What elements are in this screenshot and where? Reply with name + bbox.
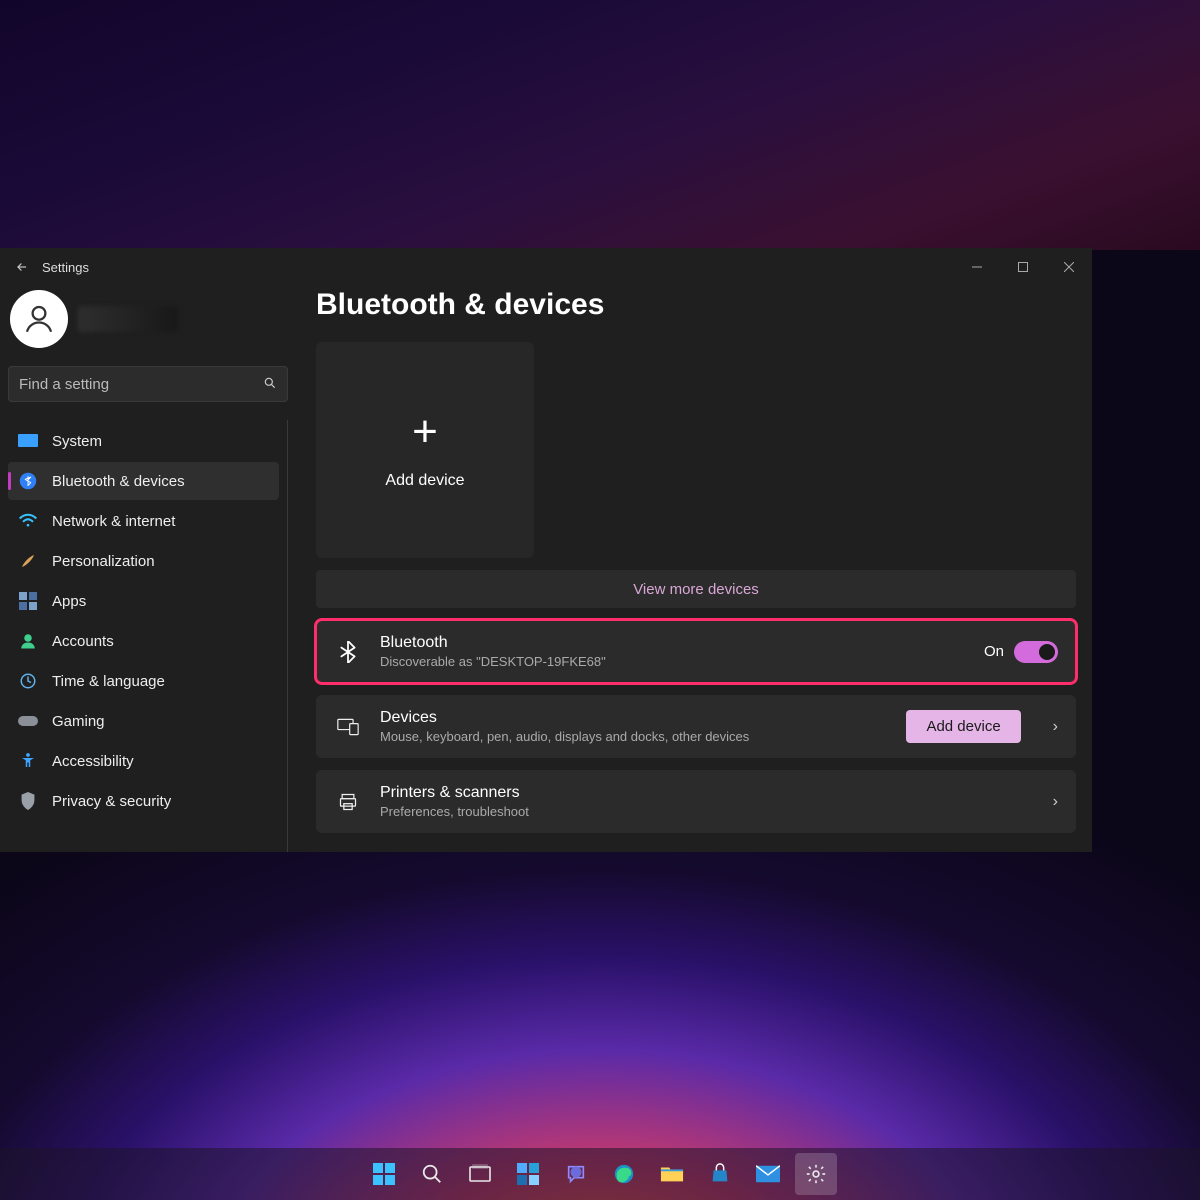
sidebar-item-accounts[interactable]: Accounts — [8, 622, 279, 660]
sidebar-item-label: Bluetooth & devices — [52, 473, 185, 490]
person-icon — [18, 631, 38, 651]
bluetooth-toggle-row[interactable]: Bluetooth Discoverable as "DESKTOP-19FKE… — [316, 620, 1076, 683]
sidebar-item-personalization[interactable]: Personalization — [8, 542, 279, 580]
avatar — [10, 290, 68, 348]
sidebar: System Bluetooth & devices Network & int… — [0, 286, 300, 852]
search-box[interactable] — [8, 366, 288, 402]
sidebar-item-apps[interactable]: Apps — [8, 582, 279, 620]
username-redacted — [78, 306, 178, 332]
printer-icon — [334, 792, 362, 812]
add-device-label: Add device — [385, 472, 464, 490]
globe-clock-icon — [18, 671, 38, 691]
content-pane: Bluetooth & devices + Add device View mo… — [300, 286, 1092, 852]
desktop-wallpaper-top — [0, 0, 1200, 250]
sidebar-item-privacy-security[interactable]: Privacy & security — [8, 782, 279, 820]
sidebar-item-label: Personalization — [52, 553, 155, 570]
devices-row[interactable]: Devices Mouse, keyboard, pen, audio, dis… — [316, 695, 1076, 758]
sidebar-item-system[interactable]: System — [8, 422, 279, 460]
sidebar-item-network[interactable]: Network & internet — [8, 502, 279, 540]
printers-title: Printers & scanners — [380, 784, 1021, 802]
view-more-devices-button[interactable]: View more devices — [316, 570, 1076, 608]
sidebar-item-gaming[interactable]: Gaming — [8, 702, 279, 740]
sidebar-nav: System Bluetooth & devices Network & int… — [8, 420, 288, 852]
taskbar-start[interactable] — [363, 1153, 405, 1195]
sidebar-item-time-language[interactable]: Time & language — [8, 662, 279, 700]
apps-icon — [18, 591, 38, 611]
add-device-button[interactable]: Add device — [906, 710, 1020, 743]
devices-subtitle: Mouse, keyboard, pen, audio, displays an… — [380, 729, 888, 744]
sidebar-item-label: Gaming — [52, 713, 105, 730]
close-button[interactable] — [1046, 248, 1092, 286]
page-title: Bluetooth & devices — [316, 288, 1076, 322]
bluetooth-toggle[interactable] — [1014, 641, 1058, 663]
taskbar-store[interactable] — [699, 1153, 741, 1195]
sidebar-item-label: System — [52, 433, 102, 450]
bluetooth-icon — [18, 471, 38, 491]
plus-icon: + — [412, 410, 438, 454]
bluetooth-subtitle: Discoverable as "DESKTOP-19FKE68" — [380, 654, 966, 669]
search-icon — [263, 376, 277, 393]
sidebar-item-label: Apps — [52, 593, 86, 610]
sidebar-item-label: Time & language — [52, 673, 165, 690]
maximize-button[interactable] — [1000, 248, 1046, 286]
chevron-right-icon: › — [1053, 793, 1058, 811]
view-more-label: View more devices — [633, 581, 759, 598]
sidebar-item-label: Accessibility — [52, 753, 134, 770]
sidebar-item-accessibility[interactable]: Accessibility — [8, 742, 279, 780]
titlebar: Settings — [0, 248, 1092, 286]
chevron-right-icon: › — [1053, 718, 1058, 736]
gaming-icon — [18, 711, 38, 731]
shield-icon — [18, 791, 38, 811]
sidebar-item-label: Accounts — [52, 633, 114, 650]
taskbar-widgets[interactable] — [507, 1153, 549, 1195]
taskbar-chat[interactable] — [555, 1153, 597, 1195]
taskbar-file-explorer[interactable] — [651, 1153, 693, 1195]
wifi-icon — [18, 511, 38, 531]
taskbar-search[interactable] — [411, 1153, 453, 1195]
back-button[interactable] — [8, 253, 36, 281]
settings-window: Settings Syste — [0, 248, 1092, 852]
sidebar-item-label: Privacy & security — [52, 793, 171, 810]
window-controls — [954, 248, 1092, 286]
search-input[interactable] — [19, 376, 263, 393]
sidebar-item-label: Network & internet — [52, 513, 175, 530]
accessibility-icon — [18, 751, 38, 771]
window-title: Settings — [42, 260, 89, 275]
taskbar-edge[interactable] — [603, 1153, 645, 1195]
bluetooth-title: Bluetooth — [380, 634, 966, 652]
add-device-tile[interactable]: + Add device — [316, 342, 534, 558]
printers-scanners-row[interactable]: Printers & scanners Preferences, trouble… — [316, 770, 1076, 833]
bluetooth-icon — [334, 641, 362, 663]
devices-icon — [334, 718, 362, 736]
minimize-button[interactable] — [954, 248, 1000, 286]
profile-block[interactable] — [8, 286, 288, 366]
brush-icon — [18, 551, 38, 571]
display-icon — [18, 431, 38, 451]
taskbar-task-view[interactable] — [459, 1153, 501, 1195]
taskbar-settings[interactable] — [795, 1153, 837, 1195]
sidebar-item-bluetooth-devices[interactable]: Bluetooth & devices — [8, 462, 279, 500]
printers-subtitle: Preferences, troubleshoot — [380, 804, 1021, 819]
taskbar — [0, 1148, 1200, 1200]
devices-title: Devices — [380, 709, 888, 727]
toggle-state-label: On — [984, 643, 1004, 660]
taskbar-mail[interactable] — [747, 1153, 789, 1195]
